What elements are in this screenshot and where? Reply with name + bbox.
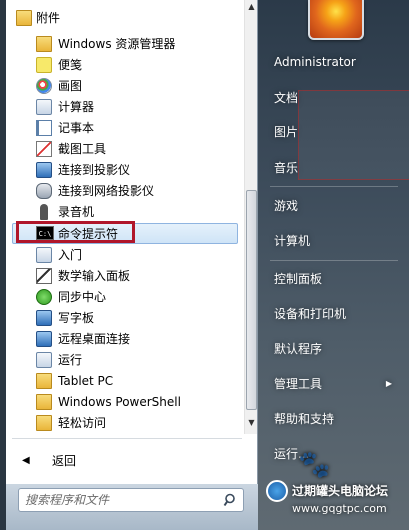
list-item-label: 运行 — [58, 353, 83, 367]
user-picture-flower[interactable] — [308, 0, 364, 40]
right-menu-computer[interactable]: 计算机 — [270, 228, 398, 254]
list-item-label: 录音机 — [58, 205, 95, 219]
calculator-icon — [36, 99, 52, 115]
list-item-wordpad[interactable]: 写字板 — [12, 308, 238, 329]
list-item-label: Tablet PC — [58, 374, 114, 388]
list-item-label: Windows 资源管理器 — [58, 37, 176, 51]
list-item-tablet-pc-folder[interactable]: Tablet PC — [12, 371, 238, 392]
list-item-label: 轻松访问 — [58, 416, 107, 430]
list-item-label: 截图工具 — [58, 142, 107, 156]
scroll-thumb[interactable] — [246, 190, 257, 410]
list-item-calculator[interactable]: 计算器 — [12, 97, 238, 118]
search-icon[interactable] — [223, 492, 239, 508]
submenu-arrow-icon: ▶ — [385, 379, 392, 388]
list-item-label: 记事本 — [58, 121, 95, 135]
math-input-icon — [36, 268, 52, 284]
run-icon — [36, 352, 52, 368]
projector-icon — [36, 162, 52, 178]
notepad-icon — [36, 120, 52, 136]
programs-panel: 附件 Windows 资源管理器 便笺 画图 计算器 记事本 截图工具 连接到投… — [6, 0, 258, 484]
scroll-up-arrow-icon[interactable]: ▲ — [245, 2, 258, 14]
getting-started-icon — [36, 247, 52, 263]
list-item-label: 计算器 — [58, 100, 95, 114]
right-menu-help-support[interactable]: 帮助和支持 — [270, 406, 398, 432]
list-item-label: 连接到网络投影仪 — [58, 184, 155, 198]
right-menu-admin-tools[interactable]: 管理工具 ▶ — [270, 371, 398, 397]
right-menu-separator — [270, 260, 398, 261]
list-item-label: 连接到投影仪 — [58, 163, 131, 177]
programs-list: 附件 Windows 资源管理器 便笺 画图 计算器 记事本 截图工具 连接到投… — [6, 0, 242, 434]
list-item-label: 入门 — [58, 248, 83, 262]
right-menu-admin-tools-label: 管理工具 — [274, 377, 323, 391]
list-item-label: 附件 — [36, 11, 61, 25]
sync-center-icon — [36, 289, 52, 305]
right-menu-devices-printers[interactable]: 设备和打印机 — [270, 301, 398, 327]
right-menu-control-panel[interactable]: 控制面板 — [270, 266, 398, 292]
list-item-explorer[interactable]: Windows 资源管理器 — [12, 34, 238, 55]
remote-desktop-icon — [36, 331, 52, 347]
list-item-label: 同步中心 — [58, 290, 107, 304]
list-item-network-projector[interactable]: 连接到网络投影仪 — [12, 181, 238, 202]
folder-open-icon — [16, 10, 32, 26]
list-item-sound-recorder[interactable]: 录音机 — [12, 202, 238, 223]
right-menu-administrator[interactable]: Administrator — [270, 49, 398, 75]
scroll-down-arrow-icon[interactable]: ▼ — [245, 418, 258, 430]
folder-icon — [36, 373, 52, 389]
paw-icon: 🐾 — [298, 450, 331, 480]
snipping-tool-icon — [36, 141, 52, 157]
right-menu-documents[interactable]: 文档 — [270, 85, 398, 111]
list-item-snipping-tool[interactable]: 截图工具 — [12, 139, 238, 160]
list-item-label: 便笺 — [58, 58, 83, 72]
right-menu-games[interactable]: 游戏 — [270, 193, 398, 219]
right-menu-pictures[interactable]: 图片 — [270, 119, 398, 145]
wordpad-icon — [36, 310, 52, 326]
programs-scrollbar[interactable]: ▲ ▼ — [244, 0, 257, 434]
list-item-paint[interactable]: 画图 — [12, 76, 238, 97]
network-projector-icon — [36, 183, 52, 199]
folder-icon — [36, 415, 52, 431]
folder-icon — [36, 394, 52, 410]
list-item-label: 画图 — [58, 79, 83, 93]
list-item-math-input[interactable]: 数学输入面板 — [12, 266, 238, 287]
explorer-icon — [36, 36, 52, 52]
list-item-notepad[interactable]: 记事本 — [12, 118, 238, 139]
list-item-accessories-folder[interactable]: 附件 — [12, 8, 238, 29]
list-item-projector[interactable]: 连接到投影仪 — [12, 160, 238, 181]
back-button[interactable]: ◀ 返回 — [12, 450, 238, 472]
list-item-run[interactable]: 运行 — [12, 350, 238, 371]
list-item-ease-of-access-folder[interactable]: 轻松访问 — [12, 413, 238, 434]
list-item-sync-center[interactable]: 同步中心 — [12, 287, 238, 308]
list-item-label: 数学输入面板 — [58, 269, 131, 283]
back-label: 返回 — [52, 454, 77, 468]
divider — [12, 438, 242, 439]
watermark-url: www.gqgtpc.com — [292, 502, 387, 515]
list-item-remote-desktop[interactable]: 远程桌面连接 — [12, 329, 238, 350]
forum-logo-icon — [266, 480, 288, 502]
list-item-label: 写字板 — [58, 311, 95, 325]
paint-icon — [36, 78, 52, 94]
list-item-label: Windows PowerShell — [58, 395, 181, 409]
sticky-notes-icon — [36, 57, 52, 73]
list-item-sticky-notes[interactable]: 便笺 — [12, 55, 238, 76]
right-menu-default-programs[interactable]: 默认程序 — [270, 336, 398, 362]
search-input[interactable] — [25, 491, 215, 509]
list-item-getting-started[interactable]: 入门 — [12, 245, 238, 266]
microphone-icon — [40, 204, 48, 220]
right-menu-run[interactable]: 运行... — [270, 441, 398, 467]
list-item-label: 远程桌面连接 — [58, 332, 131, 346]
list-item-powershell-folder[interactable]: Windows PowerShell — [12, 392, 238, 413]
right-menu-separator — [270, 186, 398, 187]
back-triangle-icon: ◀ — [22, 455, 30, 466]
search-box[interactable] — [18, 488, 244, 512]
watermark: 🐾 过期罐头电脑论坛 www.gqgtpc.com — [262, 450, 407, 522]
watermark-title: 过期罐头电脑论坛 — [292, 484, 389, 498]
right-menu-music[interactable]: 音乐 — [270, 155, 398, 181]
command-prompt-highlight — [16, 221, 135, 243]
